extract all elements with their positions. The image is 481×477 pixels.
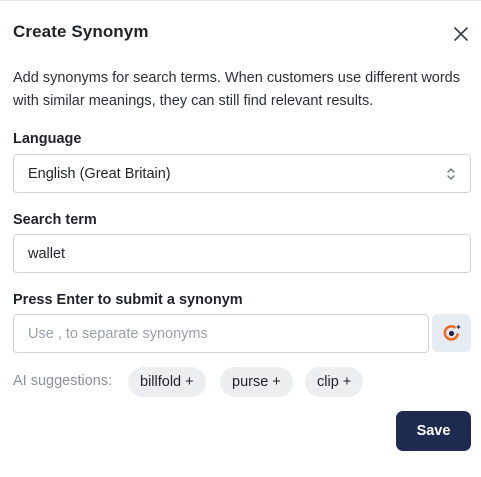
suggestion-chip-clip[interactable]: clip +	[305, 367, 364, 397]
suggestion-chip-billfold[interactable]: billfold +	[128, 367, 206, 397]
synonym-input[interactable]: Use , to separate synonyms	[13, 314, 429, 353]
save-button[interactable]: Save	[396, 411, 471, 451]
synonym-label: Press Enter to submit a synonym	[13, 292, 243, 308]
dialog-title: Create Synonym	[13, 22, 149, 41]
search-term-label: Search term	[13, 212, 97, 228]
search-term-value: wallet	[28, 245, 66, 262]
ai-suggestions-label: AI suggestions:	[13, 373, 113, 389]
close-button[interactable]	[449, 22, 473, 46]
close-icon	[454, 27, 468, 41]
search-term-input[interactable]: wallet	[13, 234, 471, 273]
ai-suggest-button[interactable]	[432, 314, 471, 352]
language-select[interactable]: English (Great Britain)	[13, 154, 471, 193]
chevron-up-down-icon	[447, 168, 455, 180]
ai-sparkle-icon	[443, 324, 461, 341]
language-selected-value: English (Great Britain)	[28, 165, 171, 182]
create-synonym-dialog: Create Synonym Add synonyms for search t…	[0, 0, 481, 477]
suggestion-chip-purse[interactable]: purse +	[220, 367, 293, 397]
language-label: Language	[13, 131, 82, 147]
synonym-placeholder: Use , to separate synonyms	[28, 325, 208, 342]
dialog-description: Add synonyms for search terms. When cust…	[13, 70, 460, 109]
